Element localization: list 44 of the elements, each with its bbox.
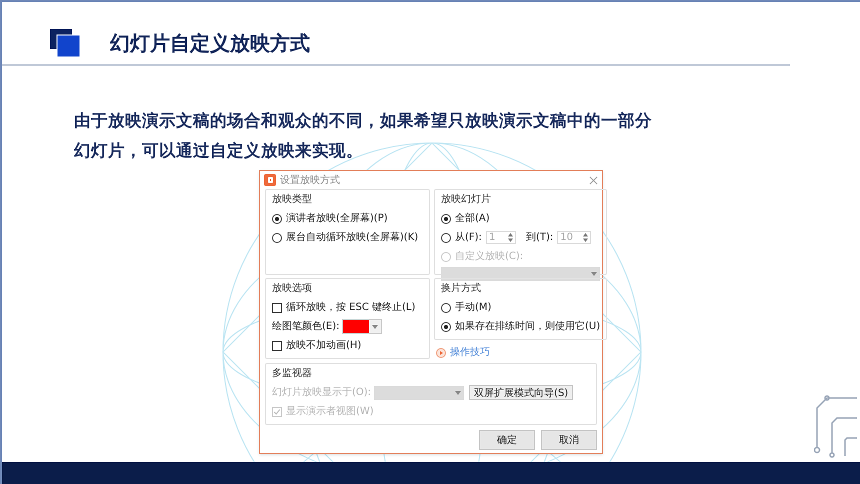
caret-icon	[372, 324, 378, 328]
circuit-drawing	[814, 395, 858, 458]
checkbox[interactable]	[272, 302, 282, 312]
color-picker[interactable]	[342, 319, 382, 334]
intro-paragraph: 由于放映演示文稿的场合和观众的不同，如果希望只放映演示文稿中的一部分幻灯片，可以通过自定义放映来实现。	[74, 110, 653, 162]
group-label: 放映幻灯片	[441, 192, 492, 207]
group-label: 换片方式	[441, 282, 482, 296]
wizard-button[interactable]: 双屏扩展模式向导(S)	[469, 385, 574, 400]
option-label: 放映不加动画(H)	[286, 338, 362, 353]
group-label: 放映类型	[272, 192, 313, 207]
option-label: 全部(A)	[455, 212, 490, 226]
option-label: 自定义放映(C):	[455, 250, 524, 264]
play-circle-icon	[436, 348, 446, 358]
option-label: 绘图笔颜色(E):	[272, 320, 340, 334]
tips-link[interactable]: 操作技巧	[450, 345, 490, 360]
radio-button[interactable]	[441, 214, 451, 224]
option-label: 到(T):	[526, 231, 554, 245]
radio-button[interactable]	[441, 322, 451, 332]
radio-button[interactable]	[272, 232, 282, 242]
checkbox[interactable]	[272, 340, 282, 350]
dialog-title: 设置放映方式	[280, 174, 341, 188]
option-label: 如果存在排练时间，则使用它(U)	[455, 320, 600, 334]
close-icon[interactable]	[589, 176, 598, 184]
option-label: 幻灯片放映显示于(O):	[272, 386, 372, 400]
app-icon	[264, 174, 276, 186]
radio-button[interactable]	[441, 302, 451, 312]
radio-button[interactable]	[441, 232, 451, 242]
caret-icon	[455, 390, 462, 394]
option-label: 展台自动循环放映(全屏幕)(K)	[286, 230, 418, 245]
option-label: 循环放映，按 ESC 键终止(L)	[286, 300, 416, 315]
spinner-icon	[583, 233, 588, 242]
dialog-button[interactable]: 确定	[479, 430, 535, 450]
spinner-icon	[508, 233, 513, 242]
radio-button[interactable]	[272, 214, 282, 224]
option-label: 演讲者放映(全屏幕)(P)	[286, 212, 388, 226]
option-label: 手动(M)	[455, 300, 492, 315]
group-label: 放映选项	[272, 282, 313, 296]
option-label: 显示演示者视图(W)	[286, 404, 374, 419]
caret-icon	[591, 272, 598, 276]
option-label: 从(F):	[455, 230, 482, 245]
square-icon	[50, 29, 80, 57]
group-label: 多监视器	[272, 366, 313, 381]
dialog-button[interactable]: 取消	[541, 430, 597, 450]
slide-title: 幻灯片自定义放映方式	[110, 30, 310, 57]
